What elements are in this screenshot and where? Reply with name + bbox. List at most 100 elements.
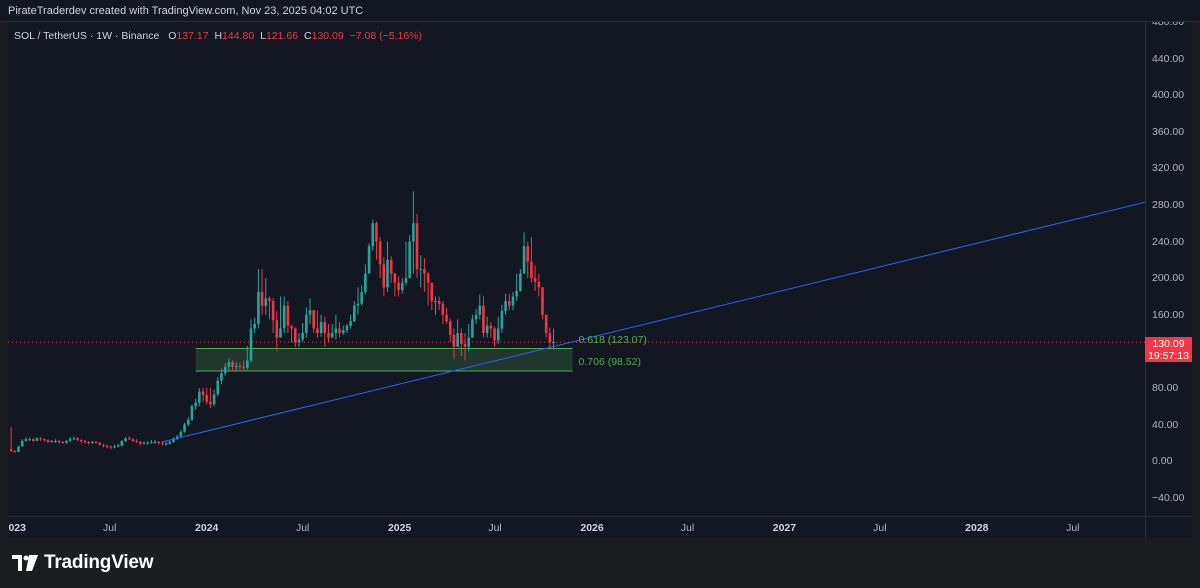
candle-body xyxy=(544,314,548,334)
candle-body xyxy=(316,328,319,334)
candle-body xyxy=(68,439,72,441)
candle-body xyxy=(57,440,61,442)
candle-body xyxy=(423,269,426,274)
candle-body xyxy=(91,441,94,443)
candle-body xyxy=(448,321,452,335)
candlestick-chart[interactable] xyxy=(8,22,1145,516)
time-tick-label: 2026 xyxy=(580,522,604,534)
candle-body xyxy=(312,310,316,329)
price-tick-label: 440.00 xyxy=(1152,52,1185,65)
candle-body xyxy=(168,441,172,444)
candle-body xyxy=(94,441,98,443)
price-tick-label: 160.00 xyxy=(1152,308,1185,321)
candle-body xyxy=(24,439,28,441)
candle-body xyxy=(286,305,290,326)
price-tick-label: 240.00 xyxy=(1152,235,1185,248)
high-key: H xyxy=(214,30,223,42)
candle-body xyxy=(35,438,39,441)
candle-body xyxy=(460,333,463,345)
candle-body xyxy=(253,323,256,329)
price-tick-label: −40.00 xyxy=(1152,491,1185,504)
candle-body xyxy=(13,451,17,453)
chart-plot-area[interactable]: SOL / TetherUS · 1W · Binance O137.17 H1… xyxy=(8,22,1145,516)
last-price-badge: 130.09 19:57:13 xyxy=(1145,337,1192,363)
candle-body xyxy=(371,223,375,247)
candle-body xyxy=(164,443,168,445)
candle-body xyxy=(28,439,31,441)
candle-body xyxy=(87,441,90,443)
candle-body xyxy=(220,373,223,381)
candle-body xyxy=(186,419,190,425)
symbol-name[interactable]: SOL / TetherUS · 1W · Binance xyxy=(14,30,159,42)
candle-body xyxy=(9,449,13,452)
candle-body xyxy=(98,442,102,445)
candle-body xyxy=(508,301,511,306)
candle-body xyxy=(515,290,518,297)
candle-body xyxy=(113,446,116,448)
time-tick-label: 2028 xyxy=(965,522,989,534)
tradingview-logo[interactable]: TradingView xyxy=(12,552,154,574)
candle-body xyxy=(419,269,423,270)
time-axis[interactable]: 2023 Jul 2024 Jul 2025 Jul 2026 Jul 2027 Jul 2028 J… xyxy=(8,516,1145,538)
candle-body xyxy=(305,314,308,334)
price-tick-label: 40.00 xyxy=(1152,418,1179,431)
candle-body xyxy=(552,342,555,344)
chart-frame[interactable]: SOL / TetherUS · 1W · Binance O137.17 H1… xyxy=(8,22,1192,538)
candle-body xyxy=(356,303,360,306)
candle-body xyxy=(467,337,470,347)
price-tick-label: 80.00 xyxy=(1152,381,1179,394)
candle-body xyxy=(127,438,131,440)
top-header: PirateTraderdev created with TradingView… xyxy=(0,0,1200,22)
candle-body xyxy=(301,333,304,340)
candle-body xyxy=(238,365,242,367)
time-tick-label: Jul xyxy=(680,522,695,534)
candle-body xyxy=(161,442,164,444)
candle-body xyxy=(500,311,504,329)
candle-body xyxy=(330,333,334,338)
candle-body xyxy=(364,273,367,292)
candle-body xyxy=(412,223,415,242)
candle-body xyxy=(227,362,231,367)
candle-body xyxy=(249,328,253,361)
candle-body xyxy=(83,440,87,442)
candle-body xyxy=(105,445,109,447)
candle-body xyxy=(293,328,297,343)
time-tick-label: Jul xyxy=(488,522,502,534)
candle-body xyxy=(46,440,50,442)
candle-body xyxy=(452,334,456,347)
candle-body xyxy=(76,438,79,441)
candle-body xyxy=(530,261,533,279)
price-axis[interactable]: 480.00 440.00 400.00 360.00 320.00 280.00 240.… xyxy=(1145,22,1192,516)
candle-body xyxy=(234,365,238,367)
last-price-value: 130.09 xyxy=(1152,338,1185,351)
candle-body xyxy=(216,380,220,395)
candle-body xyxy=(54,440,57,442)
candle-body xyxy=(375,223,378,242)
created-by-text: PirateTraderdev created with TradingView… xyxy=(8,5,364,17)
candle-body xyxy=(400,282,404,291)
candle-body xyxy=(179,431,183,437)
candle-body xyxy=(485,325,489,334)
candle-body xyxy=(482,305,485,334)
time-tick-label: Jul xyxy=(103,522,117,534)
price-tick-label: 200.00 xyxy=(1152,272,1185,285)
candle-body xyxy=(519,273,522,291)
candle-body xyxy=(242,366,245,368)
candle-body xyxy=(334,328,338,334)
candle-body xyxy=(408,241,411,279)
candle-body xyxy=(271,301,275,321)
candle-body xyxy=(65,440,68,443)
candle-body xyxy=(526,246,530,262)
low-value: 121.66 xyxy=(265,30,299,42)
candle-body xyxy=(205,395,209,402)
candle-body xyxy=(471,319,474,338)
fib-level-0706-label: 0.706 (98.52) xyxy=(578,355,641,368)
candle-body xyxy=(39,438,42,440)
time-tick-label: 2027 xyxy=(772,522,797,534)
candle-body xyxy=(260,291,264,306)
candle-body xyxy=(323,322,327,334)
candle-body xyxy=(478,305,482,315)
candle-body xyxy=(153,441,157,443)
candle-body xyxy=(353,305,356,322)
candle-body xyxy=(157,441,161,443)
